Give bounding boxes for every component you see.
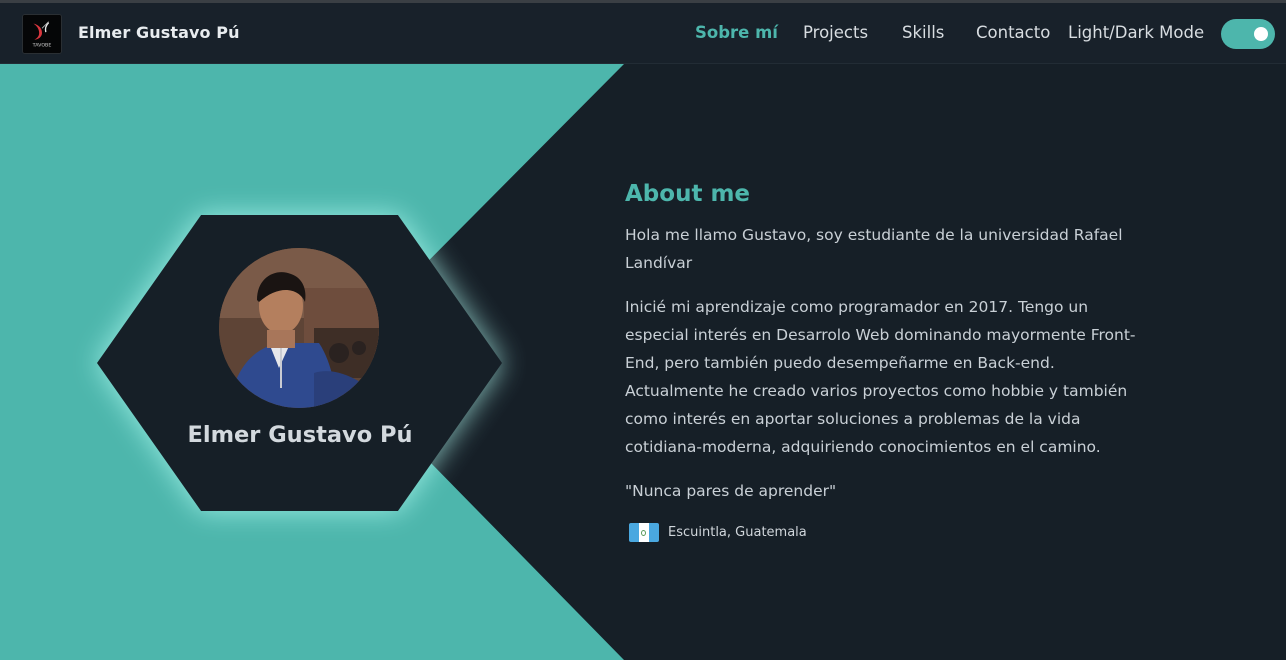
nav-link-sobre-mi[interactable]: Sobre mí (695, 23, 778, 42)
profile-name: Elmer Gustavo Pú (187, 422, 413, 448)
brand-name[interactable]: Elmer Gustavo Pú (78, 23, 240, 42)
theme-mode-label: Light/Dark Mode (1068, 23, 1205, 42)
logo-text: TAVOBE (32, 42, 52, 48)
about-section: About me Hola me llamo Gustavo, soy estu… (625, 181, 1155, 542)
nav-link-contacto[interactable]: Contacto (976, 23, 1050, 42)
theme-mode-toggle[interactable] (1221, 19, 1275, 49)
about-paragraph-bio: Inicié mi aprendizaje como programador e… (625, 298, 1136, 456)
profile-avatar (219, 248, 379, 408)
site-logo-icon[interactable]: TAVOBE (22, 14, 62, 54)
about-title: About me (625, 181, 751, 207)
guatemala-flag-icon (629, 523, 659, 542)
nav-link-projects[interactable]: Projects (803, 23, 868, 42)
toggle-knob (1254, 27, 1268, 41)
location-text: Escuintla, Guatemala (668, 525, 807, 540)
navbar: TAVOBE Elmer Gustavo Pú Sobre mí Project… (0, 3, 1286, 64)
about-quote: "Nunca pares de aprender" (625, 482, 837, 500)
about-paragraph-intro: Hola me llamo Gustavo, soy estudiante de… (625, 226, 1123, 272)
nav-link-skills[interactable]: Skills (902, 23, 944, 42)
location-row: Escuintla, Guatemala (625, 523, 1155, 542)
